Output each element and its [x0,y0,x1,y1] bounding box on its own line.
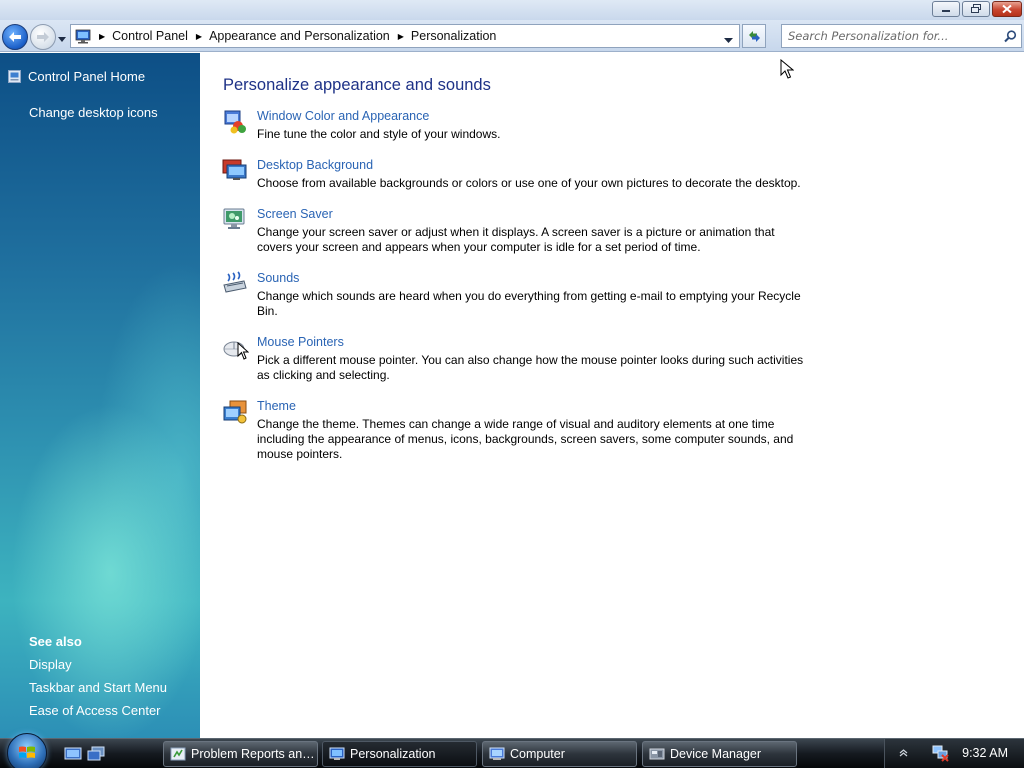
chevron-down-icon [724,38,733,43]
taskbar-button-personalization[interactable]: Personalization [322,741,477,767]
recent-pages-dropdown[interactable] [58,32,66,45]
sounds-icon [223,271,247,293]
mouse-cursor-icon [237,342,249,360]
title-bar [0,0,1024,20]
desktop-background-link[interactable]: Desktop Background [257,158,373,172]
forward-arrow-icon [37,32,49,42]
page-title: Personalize appearance and sounds [223,76,491,94]
minimize-icon [942,10,950,12]
chevron-down-icon [58,37,66,42]
close-icon [1002,4,1012,14]
window-color-description: Fine tune the color and style of your wi… [257,127,501,141]
change-desktop-icons-link[interactable]: Change desktop icons [29,105,158,120]
breadcrumb-separator[interactable]: ▶ [196,32,202,41]
computer-icon [489,747,505,760]
taskbar: Problem Reports and Solutions Personaliz… [0,733,1024,768]
back-button[interactable] [2,24,28,50]
window-color-icon [224,110,246,134]
screen-saver-description: Change your screen saver or adjust when … [257,225,775,254]
personalization-icon [329,747,345,760]
refresh-button[interactable] [742,24,766,48]
address-history-dropdown[interactable] [724,33,733,46]
windows-logo-icon [19,746,35,758]
see-also-display-link[interactable]: Display [29,657,72,672]
control-panel-home[interactable]: Control Panel Home [8,69,145,84]
breadcrumb-separator[interactable]: ▶ [398,32,404,41]
mouse-pointers-link[interactable]: Mouse Pointers [257,335,344,349]
desktop-background-icon [222,159,247,180]
desktop-background-description: Choose from available backgrounds or col… [257,176,801,190]
theme-link[interactable]: Theme [257,399,296,413]
see-also-taskbar-start-menu-link[interactable]: Taskbar and Start Menu [29,680,167,695]
switch-windows-icon[interactable] [87,746,105,762]
show-desktop-icon[interactable] [64,746,82,762]
search-box[interactable] [781,24,1022,48]
theme-description: Change the theme. Themes can change a wi… [257,417,794,461]
start-button[interactable] [7,733,47,768]
taskbar-button-problem-reports[interactable]: Problem Reports and Solutions [163,741,318,767]
taskbar-button-label: Computer [510,747,565,761]
clock[interactable]: 9:32 AM [962,746,1008,760]
show-hidden-icons-chevron-icon[interactable] [899,748,908,757]
control-panel-home-icon [8,70,21,83]
maximize-button[interactable] [962,1,990,17]
network-disconnected-icon[interactable] [932,745,950,762]
control-panel-icon [75,29,91,43]
screen-saver-link[interactable]: Screen Saver [257,207,333,221]
device-manager-icon [649,748,665,760]
theme-icon [223,400,247,424]
taskbar-button-label: Device Manager [670,747,762,761]
search-icon[interactable] [1004,30,1017,43]
breadcrumb-appearance-and-personalization[interactable]: Appearance and Personalization [209,29,390,43]
sounds-description: Change which sounds are heard when you d… [257,289,801,318]
navigation-bar: ▶ Control Panel ▶ Appearance and Persona… [0,20,1024,52]
taskbar-button-label: Problem Reports and Solutions [191,747,317,761]
see-also-ease-of-access-link[interactable]: Ease of Access Center [29,703,161,718]
caption-buttons [930,1,1022,17]
problem-reports-icon [170,747,186,761]
breadcrumb-personalization[interactable]: Personalization [411,29,496,43]
screen-saver-icon [223,208,245,229]
address-bar[interactable]: ▶ Control Panel ▶ Appearance and Persona… [70,24,740,48]
taskbar-button-device-manager[interactable]: Device Manager [642,741,797,767]
tasks-pane: Control Panel Home Change desktop icons … [0,53,200,738]
refresh-icon [748,30,760,42]
mouse-cursor-icon [780,59,794,79]
notification-area: 9:32 AM [884,739,1024,768]
window-color-link[interactable]: Window Color and Appearance [257,109,429,123]
taskbar-button-label: Personalization [350,747,436,761]
mouse-pointers-description: Pick a different mouse pointer. You can … [257,353,804,382]
taskbar-button-computer[interactable]: Computer [482,741,637,767]
search-input[interactable] [788,29,998,43]
see-also-heading: See also [29,634,82,649]
breadcrumb-control-panel[interactable]: Control Panel [112,29,188,43]
breadcrumb-separator[interactable]: ▶ [99,32,105,41]
close-button[interactable] [992,1,1022,17]
control-panel-home-link[interactable]: Control Panel Home [28,69,145,84]
minimize-button[interactable] [932,1,960,17]
sounds-link[interactable]: Sounds [257,271,299,285]
main-content: Personalize appearance and sounds Window… [200,53,1024,738]
back-arrow-icon [9,32,21,42]
forward-button[interactable] [30,24,56,50]
restore-icon [971,4,981,13]
